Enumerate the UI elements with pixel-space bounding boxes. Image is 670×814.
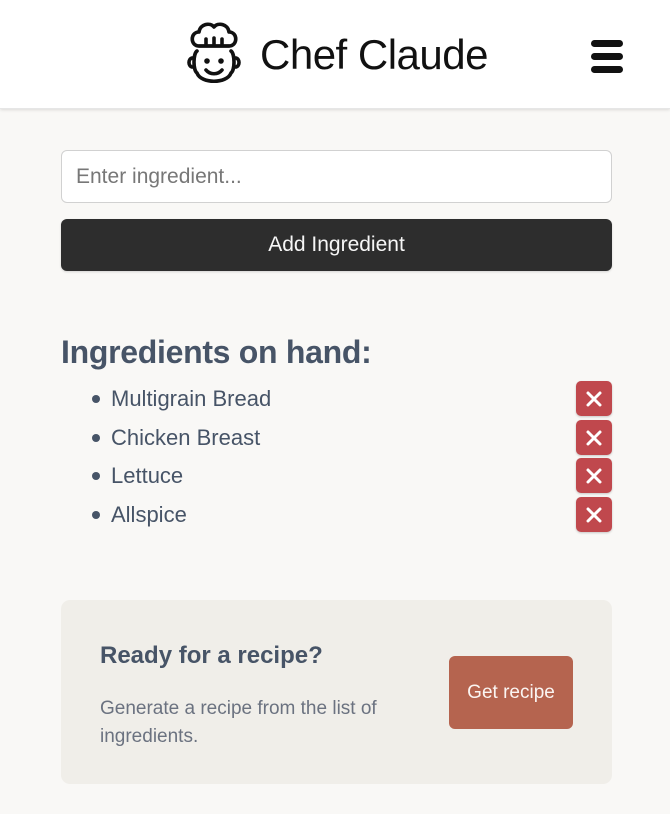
close-x-icon [586, 468, 602, 484]
close-x-icon [586, 507, 602, 522]
bullet-icon [92, 472, 100, 480]
app-header: Chef Claude [0, 0, 670, 109]
cta-title: Ready for a recipe? [100, 642, 323, 669]
app-title: Chef Claude [260, 31, 488, 78]
brand: Chef Claude [184, 20, 488, 90]
bullet-icon [92, 510, 100, 519]
list-item: Allspice [61, 496, 614, 535]
ingredient-list: Multigrain Bread Chicken Breast Lettuce … [61, 380, 614, 534]
ingredients-heading: Ingredients on hand: [61, 334, 372, 370]
ingredient-name: Multigrain Bread [111, 386, 272, 411]
add-ingredient-button[interactable]: Add Ingredient [61, 219, 612, 271]
close-x-icon [586, 391, 602, 407]
bullet-icon [92, 395, 100, 403]
ingredient-name: Allspice [111, 501, 187, 527]
chef-face-icon [187, 22, 241, 84]
close-x-icon [586, 430, 602, 445]
bullet-icon [92, 433, 100, 442]
list-item: Multigrain Bread [61, 380, 614, 419]
remove-ingredient-button[interactable] [576, 496, 612, 532]
remove-ingredient-button[interactable] [576, 381, 612, 416]
ingredient-input[interactable] [61, 150, 612, 203]
cta-description: Generate a recipe from the list of ingre… [100, 698, 377, 747]
get-recipe-panel: Ready for a recipe? Generate a recipe fr… [61, 600, 612, 784]
hamburger-menu-icon[interactable] [589, 40, 625, 74]
list-item: Chicken Breast [61, 419, 614, 458]
ingredient-name: Lettuce [111, 463, 184, 488]
ingredient-name: Chicken Breast [111, 424, 261, 450]
get-recipe-button[interactable]: Get recipe [449, 656, 573, 729]
list-item: Lettuce [61, 457, 614, 496]
remove-ingredient-button[interactable] [576, 419, 612, 455]
remove-ingredient-button[interactable] [576, 458, 612, 493]
